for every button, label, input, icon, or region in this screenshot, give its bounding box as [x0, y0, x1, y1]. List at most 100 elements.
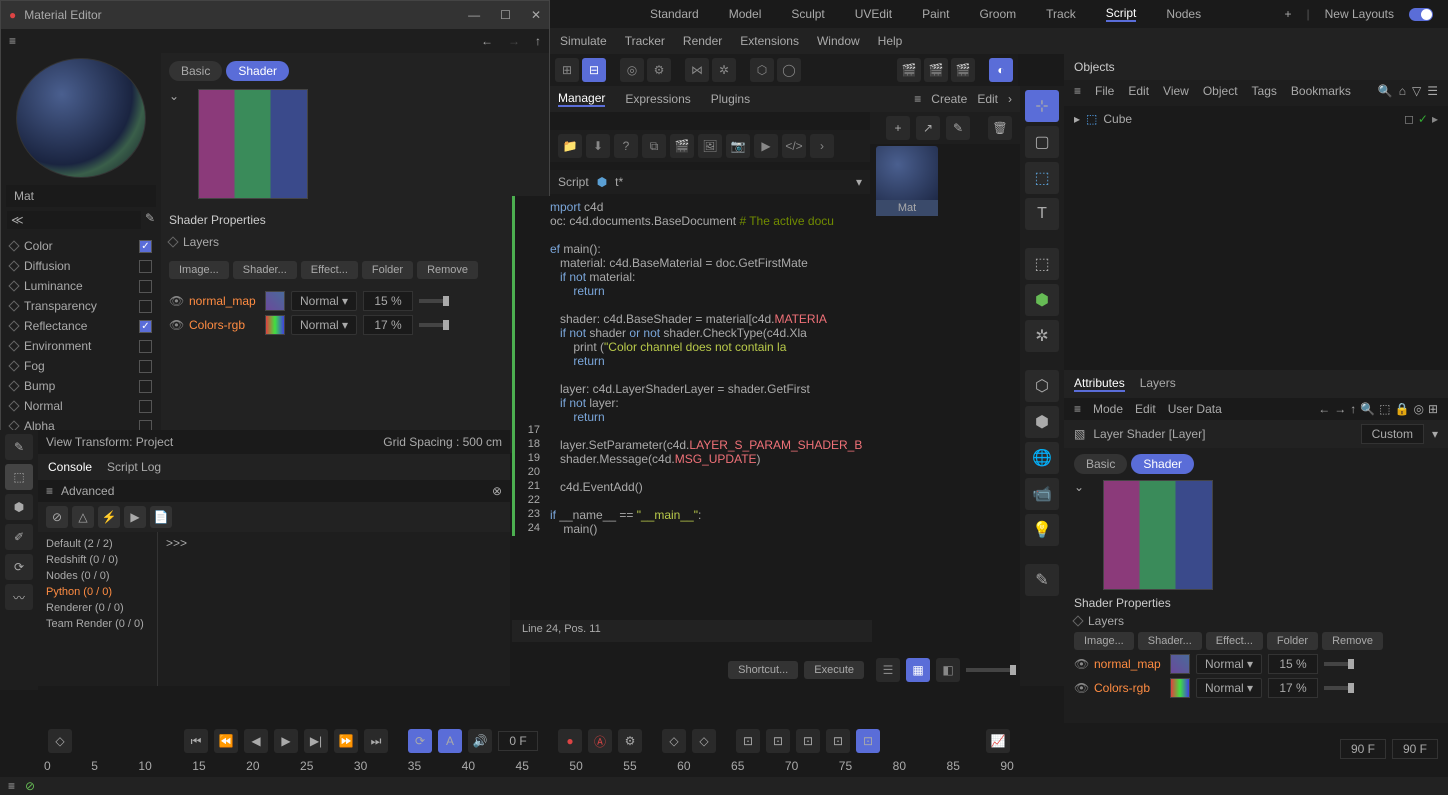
console-prompt[interactable]: >>>: [166, 536, 187, 550]
remove-button[interactable]: Remove: [1322, 632, 1383, 650]
tool-1-icon[interactable]: ✎: [5, 434, 33, 460]
channel-transparency[interactable]: Transparency: [6, 296, 156, 316]
tab-nodes[interactable]: Nodes: [1166, 7, 1201, 21]
tab-uvedit[interactable]: UVEdit: [855, 7, 892, 21]
add-icon[interactable]: +: [886, 116, 910, 140]
add-layout-button[interactable]: +: [1284, 7, 1291, 21]
expand-icon[interactable]: ▸: [1074, 112, 1080, 126]
layers-tab[interactable]: Layers: [1140, 376, 1176, 392]
copy-icon[interactable]: ⧉: [642, 134, 666, 158]
shader-preview-thumbnail[interactable]: [198, 89, 308, 199]
minimize-icon[interactable]: —: [468, 8, 480, 22]
create-button[interactable]: Create: [931, 92, 967, 106]
trash-icon[interactable]: 🗑: [988, 116, 1012, 140]
btn-c-icon[interactable]: ⊡: [796, 729, 820, 753]
list-view-icon[interactable]: ☰: [876, 658, 900, 682]
obj-edit-menu[interactable]: Edit: [1128, 84, 1149, 98]
help-icon[interactable]: ?: [614, 134, 638, 158]
globe-tool-icon[interactable]: 🌐: [1025, 442, 1059, 474]
chevron-down-icon[interactable]: ⌄: [1074, 480, 1084, 494]
search-icon[interactable]: 🔍: [1360, 402, 1375, 416]
end-frame-input[interactable]: 90 F: [1340, 739, 1386, 759]
lock-icon[interactable]: 🔒: [1395, 402, 1410, 416]
picker-icon[interactable]: ✎: [145, 211, 155, 229]
select-tool-icon[interactable]: ⬚: [1025, 248, 1059, 280]
chevron-right-icon[interactable]: ›: [1008, 92, 1012, 106]
console-cat[interactable]: Renderer (0 / 0): [46, 600, 149, 616]
attributes-tab[interactable]: Attributes: [1074, 376, 1125, 392]
target-icon[interactable]: ◎: [620, 58, 644, 82]
tab-track[interactable]: Track: [1046, 7, 1076, 21]
menu-icon[interactable]: ☰: [1427, 84, 1438, 98]
eye-icon[interactable]: 👁: [169, 318, 183, 332]
goto-end-icon[interactable]: ⏭: [364, 729, 388, 753]
shortcut-button[interactable]: Shortcut...: [728, 661, 798, 679]
layout-toggle[interactable]: [1409, 8, 1433, 21]
layer-row[interactable]: 👁Colors-rgbNormal ▾17 %: [1074, 678, 1438, 698]
up-icon[interactable]: ↑: [1350, 402, 1356, 416]
play-icon[interactable]: ▶: [124, 506, 146, 528]
wand-icon[interactable]: ✎: [946, 116, 970, 140]
loop-icon[interactable]: ⟳: [408, 729, 432, 753]
graph-icon[interactable]: 📈: [986, 729, 1010, 753]
execute-button[interactable]: Execute: [804, 661, 864, 679]
prev-frame-icon[interactable]: ◀: [244, 729, 268, 753]
back-icon[interactable]: ←: [1318, 402, 1330, 416]
tool-3-icon[interactable]: ⬢: [5, 494, 33, 520]
hamburger-icon[interactable]: ≡: [8, 779, 15, 793]
shader-button[interactable]: Shader...: [1138, 632, 1202, 650]
layer-row[interactable]: 👁Colors-rgbNormal ▾17 %: [169, 315, 541, 335]
channel-environment[interactable]: Environment: [6, 336, 156, 356]
back-icon[interactable]: ←: [481, 34, 493, 48]
tree-icon[interactable]: △: [72, 506, 94, 528]
ring-icon[interactable]: ◯: [777, 58, 801, 82]
layer-swatch[interactable]: [1170, 654, 1190, 674]
basic-tab[interactable]: Basic: [169, 61, 222, 81]
shader-tab[interactable]: Shader: [226, 61, 289, 81]
light-tool-icon[interactable]: 💡: [1025, 514, 1059, 546]
autokey-icon[interactable]: A: [438, 729, 462, 753]
effect-tool-icon[interactable]: ✲: [1025, 320, 1059, 352]
tool-4-icon[interactable]: ✐: [5, 524, 33, 550]
sound-icon[interactable]: 🔊: [468, 729, 492, 753]
chevron-down-icon[interactable]: ▾: [856, 175, 862, 189]
channel-diffusion[interactable]: Diffusion: [6, 256, 156, 276]
opacity-slider[interactable]: [419, 323, 449, 327]
menu-simulate[interactable]: Simulate: [560, 34, 607, 48]
menu-help[interactable]: Help: [878, 34, 903, 48]
nav-left-icon[interactable]: ≪: [7, 211, 141, 229]
next-frame-icon[interactable]: ▶|: [304, 729, 328, 753]
console-tab[interactable]: Console: [48, 460, 92, 474]
attr-edit-menu[interactable]: Edit: [1135, 402, 1156, 416]
opacity-slider[interactable]: [1324, 686, 1354, 690]
attr-userdata-menu[interactable]: User Data: [1168, 402, 1222, 416]
script-name-dropdown[interactable]: t*: [615, 175, 848, 189]
move-tool-icon[interactable]: ⊹: [1025, 90, 1059, 122]
tool-6-icon[interactable]: 〰: [5, 584, 33, 610]
console-cat[interactable]: Team Render (0 / 0): [46, 616, 149, 632]
cube-tool-icon[interactable]: ⬚: [1025, 162, 1059, 194]
camera-tool-icon[interactable]: 📹: [1025, 478, 1059, 510]
effect-button[interactable]: Effect...: [301, 261, 358, 279]
obj-object-menu[interactable]: Object: [1203, 84, 1238, 98]
clapper3-icon[interactable]: 🎬: [951, 58, 975, 82]
hamburger-icon[interactable]: ≡: [9, 34, 16, 48]
large-view-icon[interactable]: ◧: [936, 658, 960, 682]
goto-start-icon[interactable]: ⏮: [184, 729, 208, 753]
tag-icon[interactable]: ▸: [1432, 112, 1438, 126]
plug-icon[interactable]: ⚡: [98, 506, 120, 528]
blend-dropdown[interactable]: Normal ▾: [291, 291, 357, 311]
obj-bookmarks-menu[interactable]: Bookmarks: [1291, 84, 1351, 98]
edit-tool-icon[interactable]: ✎: [1025, 564, 1059, 596]
camera-icon[interactable]: 📷: [726, 134, 750, 158]
channel-color[interactable]: Color: [6, 236, 156, 256]
home-icon[interactable]: ⌂: [1399, 84, 1406, 98]
code-icon[interactable]: </>: [782, 134, 806, 158]
console-cat[interactable]: Redshift (0 / 0): [46, 552, 149, 568]
tab-model[interactable]: Model: [729, 7, 762, 21]
menu-extensions[interactable]: Extensions: [740, 34, 799, 48]
node-tool-icon[interactable]: ⬢: [1025, 406, 1059, 438]
script-log-tab[interactable]: Script Log: [107, 460, 161, 474]
attr-shader-tab[interactable]: Shader: [1131, 454, 1194, 474]
console-cat[interactable]: Nodes (0 / 0): [46, 568, 149, 584]
